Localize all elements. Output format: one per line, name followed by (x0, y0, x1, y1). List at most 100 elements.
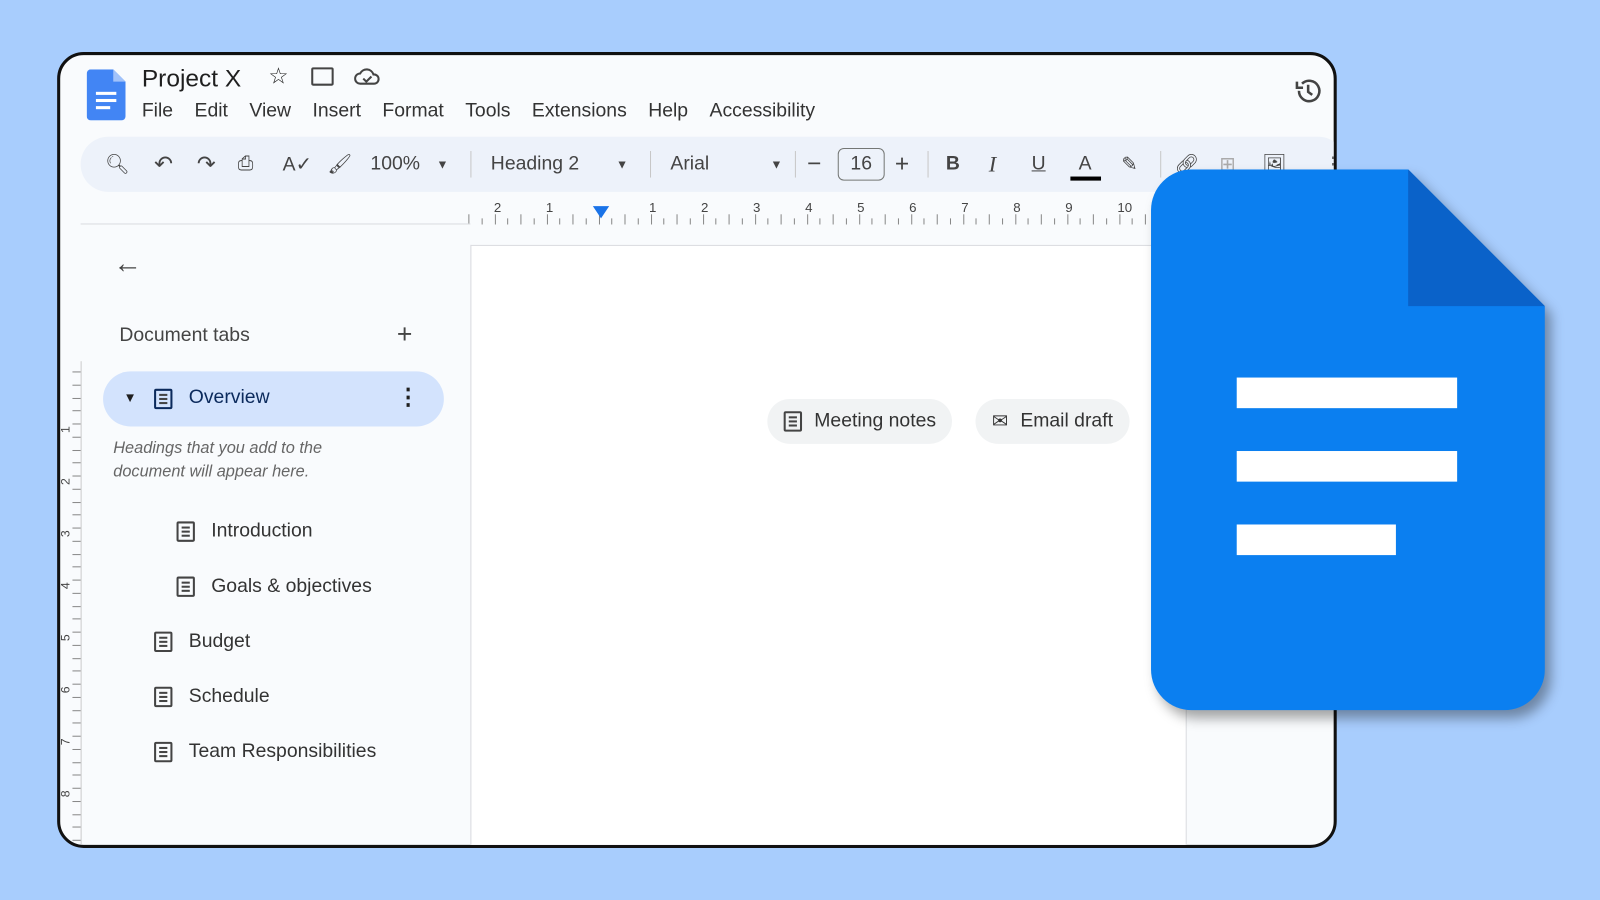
decrease-font-size-button[interactable]: − (807, 137, 821, 192)
underline-button[interactable]: U (1032, 137, 1046, 192)
google-docs-logo-icon (1151, 169, 1545, 711)
menu-file[interactable]: File (142, 100, 173, 122)
tab-budget[interactable]: Budget (154, 631, 250, 653)
text-color-button[interactable]: A (1079, 137, 1092, 192)
tab-label: Goals & objectives (211, 575, 372, 597)
tab-team-responsibilities[interactable]: Team Responsibilities (154, 741, 376, 763)
ruler-tick (72, 605, 81, 607)
tab-goals-objectives[interactable]: Goals & objectives (176, 575, 372, 598)
chip-label: Meeting notes (814, 410, 937, 432)
ruler-tick (72, 826, 81, 828)
ruler-tick (72, 527, 81, 529)
redo-icon[interactable]: ↷ (197, 137, 216, 192)
ruler-tick (585, 218, 587, 225)
ruler-tick (72, 423, 81, 425)
text-color-label: A (1078, 153, 1092, 175)
document-page[interactable]: Meeting notes ✉ Email draft (470, 244, 1187, 845)
undo-icon[interactable]: ↶ (154, 137, 173, 192)
ruler-tick (741, 218, 743, 225)
ruler-tick-label: 2 (58, 478, 73, 486)
print-icon[interactable]: ⎙ (238, 137, 254, 192)
ruler-tick (1001, 218, 1003, 225)
text-color-swatch (1070, 176, 1102, 181)
move-folder-icon[interactable] (311, 67, 334, 86)
ruler-tick (572, 214, 574, 225)
menu-insert[interactable]: Insert (312, 100, 361, 122)
vertical-ruler[interactable]: 1 2 3 4 5 6 7 8 (58, 361, 82, 845)
ruler-tick-label: 6 (909, 199, 917, 216)
ruler-tick-label: 5 (857, 199, 865, 216)
ruler-tick-label: 6 (58, 686, 73, 694)
chevron-down-icon: ▼ (770, 157, 783, 172)
indent-marker[interactable] (592, 206, 610, 219)
style-select[interactable]: Heading 2 ▼ (491, 137, 628, 192)
email-draft-chip[interactable]: ✉ Email draft (975, 398, 1130, 444)
ruler-tick (845, 218, 847, 225)
spellcheck-icon[interactable]: A✓ (283, 137, 312, 192)
bold-button[interactable]: B (946, 137, 960, 192)
ruler-tick (663, 218, 665, 225)
increase-font-size-button[interactable]: + (895, 137, 909, 192)
add-tab-button[interactable]: + (397, 318, 412, 350)
ruler-tick (1079, 218, 1081, 225)
collapse-caret-icon[interactable]: ▼ (123, 390, 136, 405)
tab-introduction[interactable]: Introduction (176, 520, 313, 542)
document-title[interactable]: Project X (142, 65, 241, 94)
ruler-tick (689, 218, 691, 225)
ruler-tick-label: 7 (58, 738, 73, 746)
ruler-tick (72, 579, 81, 581)
ruler-tick (780, 214, 782, 225)
version-history-icon[interactable] (1293, 76, 1324, 107)
highlight-icon[interactable]: ✎ (1121, 137, 1137, 192)
menu-view[interactable]: View (249, 100, 291, 122)
ruler-tick (72, 436, 81, 438)
ruler-tick-label: 9 (1065, 199, 1073, 216)
ruler-tick (832, 214, 834, 225)
paint-format-icon[interactable]: 🖌︎ (328, 137, 353, 192)
ruler-tick (494, 214, 496, 225)
menu-edit[interactable]: Edit (195, 100, 228, 122)
zoom-select[interactable]: 100% ▼ (370, 137, 448, 192)
headings-hint: Headings that you add to the document wi… (113, 439, 323, 481)
ruler-tick (806, 214, 808, 225)
toolbar: 🔍︎ ↶ ↷ ⎙ A✓ 🖌︎ 100% ▼ Heading 2 ▼ Arial ▼ −… (80, 136, 1334, 192)
ruler-tick (72, 735, 81, 737)
tab-label: Introduction (211, 520, 313, 542)
ruler-tick (858, 214, 860, 225)
font-size-input[interactable]: 16 (837, 147, 885, 181)
menu-format[interactable]: Format (382, 100, 443, 122)
menu-accessibility[interactable]: Accessibility (710, 100, 816, 122)
ruler-tick (1118, 214, 1120, 225)
ruler-tick (1040, 214, 1042, 225)
ruler-tick (72, 761, 81, 763)
menu-help[interactable]: Help (648, 100, 688, 122)
ruler-tick (72, 709, 81, 711)
ruler-tick (923, 218, 925, 225)
cloud-saved-icon[interactable] (354, 67, 381, 85)
search-icon[interactable]: 🔍︎ (105, 137, 130, 192)
chevron-down-icon: ▼ (615, 157, 629, 172)
tab-schedule[interactable]: Schedule (154, 686, 270, 708)
ruler-tick-label: 10 (1117, 199, 1133, 216)
menu-bar: File Edit View Insert Format Tools Exten… (142, 100, 815, 122)
ruler-tick (637, 218, 639, 225)
menu-tools[interactable]: Tools (465, 100, 510, 122)
ruler-tick (975, 218, 977, 225)
tab-options-icon[interactable]: ⋮ (397, 384, 419, 411)
tab-label: Schedule (188, 685, 270, 708)
horizontal-ruler[interactable]: 2 1 1 2 3 4 5 6 7 8 9 10 (468, 198, 1162, 225)
star-icon[interactable]: ☆ (268, 63, 288, 90)
docs-logo-icon[interactable] (86, 69, 126, 121)
ruler-tick (72, 670, 81, 672)
tab-overview[interactable]: ▼ Overview ⋮ (103, 371, 444, 427)
ruler-tick (72, 696, 81, 698)
menu-extensions[interactable]: Extensions (532, 100, 627, 122)
ruler-tick (72, 800, 81, 802)
ruler-tick (72, 462, 81, 464)
back-arrow-icon[interactable]: ← (113, 247, 142, 280)
font-select[interactable]: Arial ▼ (670, 137, 782, 192)
meeting-notes-chip[interactable]: Meeting notes (767, 398, 953, 444)
ruler-tick-label: 2 (493, 199, 502, 216)
italic-button[interactable]: I (989, 137, 996, 192)
chevron-down-icon: ▼ (436, 157, 449, 172)
